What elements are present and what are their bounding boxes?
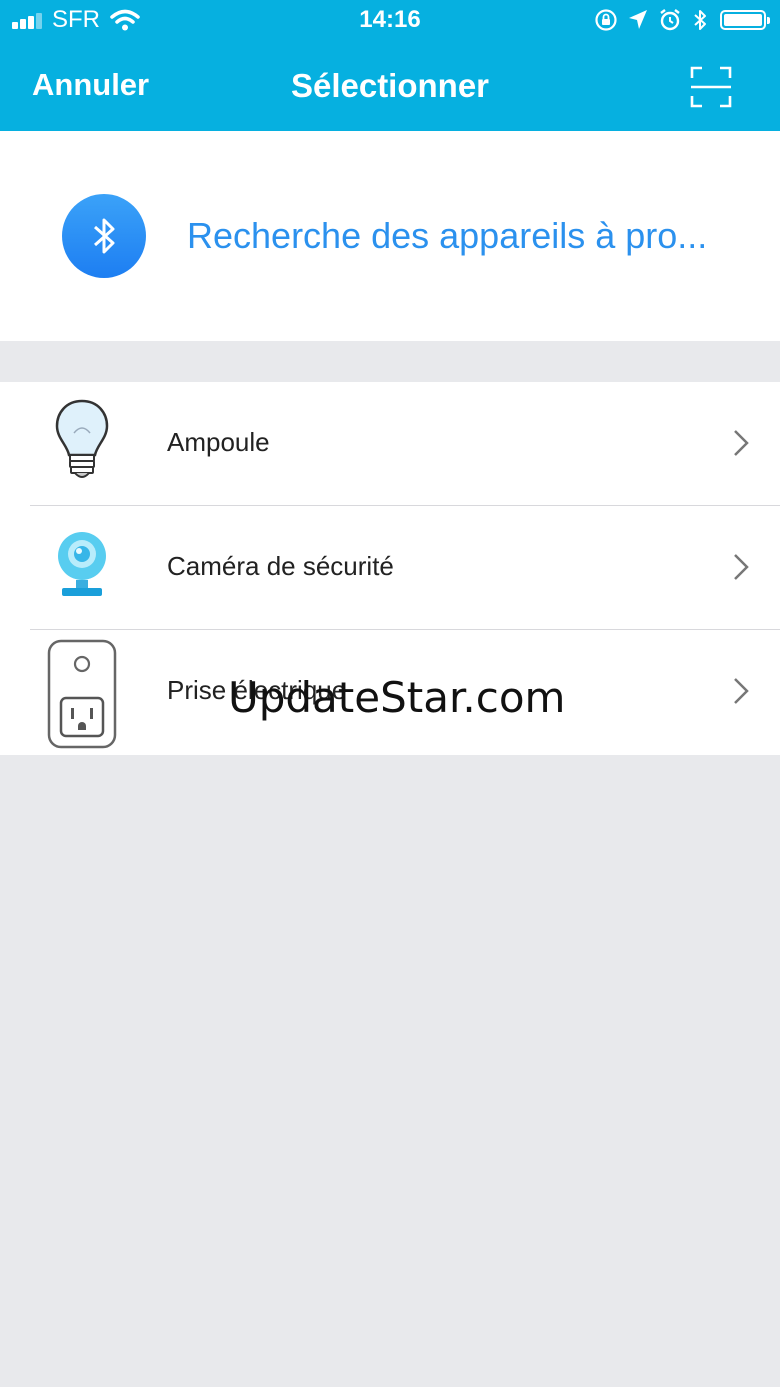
bluetooth-icon <box>62 194 146 278</box>
page-title: Sélectionner <box>290 67 490 104</box>
chevron-right-icon <box>734 554 749 580</box>
alarm-icon <box>658 8 682 32</box>
location-icon <box>628 9 648 31</box>
battery-icon <box>720 10 770 30</box>
status-right <box>584 6 770 34</box>
rotation-lock-icon <box>594 8 618 32</box>
list-item-ampoule[interactable]: Ampoule <box>0 382 780 506</box>
chevron-right-icon <box>734 678 749 704</box>
scan-qr-icon[interactable] <box>690 66 732 108</box>
chevron-right-icon <box>734 430 749 456</box>
bluetooth-status-icon <box>692 8 708 32</box>
device-label: Ampoule <box>167 427 270 457</box>
status-bar: SFR 14:16 <box>0 0 780 40</box>
list-item-camera[interactable]: Caméra de sécurité <box>0 506 780 630</box>
top-bar: SFR 14:16 Annuler Sélectionner <box>0 0 780 131</box>
plug-icon <box>47 639 117 749</box>
bluetooth-search-text: Recherche des appareils à pro... <box>187 215 708 256</box>
bulb-icon <box>55 399 109 478</box>
watermark-text: UpdateStar.com <box>228 673 566 722</box>
device-label: Caméra de sécurité <box>167 551 394 581</box>
camera-icon <box>58 532 106 596</box>
bluetooth-search-section: Recherche des appareils à pro... <box>0 131 780 341</box>
